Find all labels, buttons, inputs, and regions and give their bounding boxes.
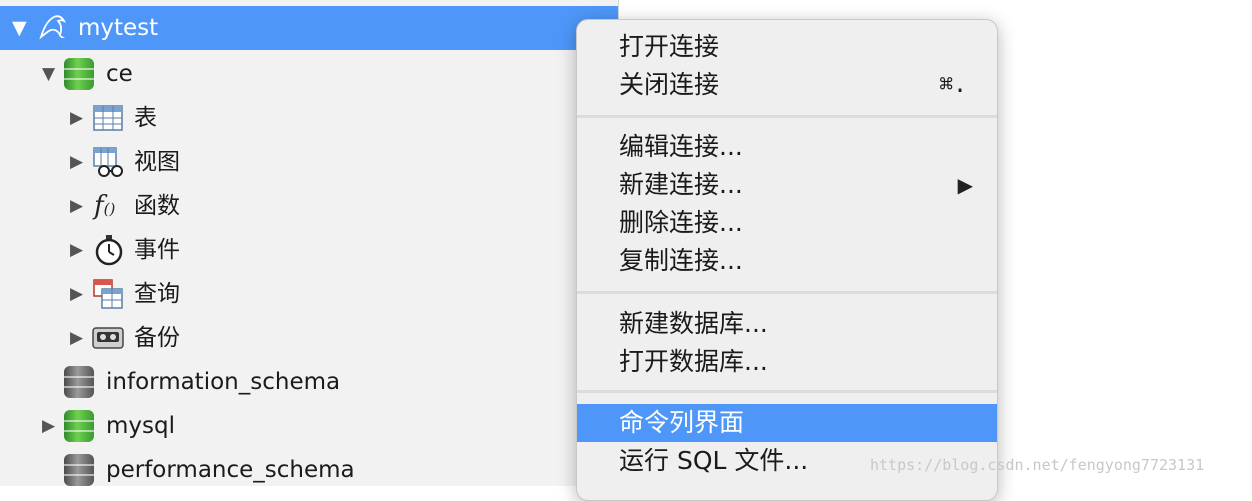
tree-database-information-schema[interactable]: information_schema: [0, 360, 618, 404]
menu-item-label: 命令列界面: [619, 408, 745, 437]
menu-item-shortcut: ⌘.: [939, 72, 967, 98]
tree-item-label: 表: [134, 105, 157, 131]
menu-item-close-connection[interactable]: 关闭连接 ⌘.: [577, 66, 997, 104]
disclosure-expanded-icon[interactable]: ▼: [12, 6, 27, 50]
tree-database-mysql[interactable]: ▶ mysql: [0, 404, 618, 448]
backup-icon: [92, 327, 124, 349]
disclosure-expanded-icon[interactable]: ▼: [42, 52, 55, 96]
menu-item-delete-connection[interactable]: 删除连接...: [577, 204, 997, 242]
tree-database-ce[interactable]: ▼ ce: [0, 52, 618, 96]
menu-item-label: 新建连接...: [619, 170, 743, 199]
query-icon: [93, 279, 123, 309]
menu-item-new-database[interactable]: 新建数据库...: [577, 305, 997, 343]
disclosure-collapsed-icon[interactable]: ▶: [42, 404, 55, 448]
tree-item-functions[interactable]: ▶ f() 函数: [0, 184, 618, 228]
tree-item-queries[interactable]: ▶ 查询: [0, 272, 618, 316]
disclosure-collapsed-icon[interactable]: ▶: [70, 316, 83, 360]
menu-item-open-connection[interactable]: 打开连接: [577, 28, 997, 66]
menu-separator: [577, 390, 997, 393]
tree-connection-mytest[interactable]: ▼ mytest: [0, 6, 618, 50]
menu-item-open-database[interactable]: 打开数据库...: [577, 343, 997, 381]
menu-item-command-line[interactable]: 命令列界面: [577, 404, 997, 442]
database-icon: [64, 454, 94, 486]
menu-item-edit-connection[interactable]: 编辑连接...: [577, 128, 997, 166]
disclosure-collapsed-icon[interactable]: ▶: [70, 96, 83, 140]
disclosure-collapsed-icon[interactable]: ▶: [70, 184, 83, 228]
database-label: performance_schema: [106, 457, 355, 483]
menu-separator: [577, 115, 997, 118]
tree-database-performance-schema[interactable]: performance_schema: [0, 448, 618, 486]
function-icon: f(): [94, 191, 116, 221]
menu-item-label: 关闭连接: [619, 70, 720, 99]
database-label: information_schema: [106, 369, 341, 395]
connection-label: mytest: [78, 15, 159, 41]
database-label: ce: [106, 61, 133, 87]
menu-item-label: 运行 SQL 文件...: [619, 446, 809, 475]
mysql-dolphin-icon: [39, 15, 67, 40]
database-icon: [64, 58, 94, 90]
menu-item-label: 复制连接...: [619, 246, 743, 275]
menu-item-label: 新建数据库...: [619, 309, 768, 338]
menu-item-label: 打开连接: [619, 32, 720, 61]
database-icon: [64, 410, 94, 442]
menu-item-label: 打开数据库...: [619, 347, 768, 376]
tree-item-backups[interactable]: ▶ 备份: [0, 316, 618, 360]
tree-item-label: 函数: [134, 193, 180, 219]
watermark-text: https://blog.csdn.net/fengyong7723131: [870, 456, 1205, 474]
database-icon: [64, 366, 94, 398]
tree-item-label: 备份: [134, 325, 180, 351]
navigator-sidebar: ▼ mytest ▼ ce ▶ 表 ▶ 视图 ▶ f() 函数 ▶ 事件 ▶ 查…: [0, 0, 619, 486]
tree-item-views[interactable]: ▶ 视图: [0, 140, 618, 184]
database-label: mysql: [106, 413, 175, 439]
menu-item-duplicate-connection[interactable]: 复制连接...: [577, 242, 997, 280]
disclosure-collapsed-icon[interactable]: ▶: [70, 272, 83, 316]
disclosure-collapsed-icon[interactable]: ▶: [70, 140, 83, 184]
menu-separator: [577, 291, 997, 294]
tree-item-events[interactable]: ▶ 事件: [0, 228, 618, 272]
disclosure-collapsed-icon[interactable]: ▶: [70, 228, 83, 272]
tree-item-label: 视图: [134, 149, 180, 175]
tree-item-label: 查询: [134, 281, 180, 307]
view-icon: [93, 147, 123, 177]
menu-item-new-connection[interactable]: 新建连接... ▶: [577, 166, 997, 204]
connection-context-menu: 打开连接 关闭连接 ⌘. 编辑连接... 新建连接... ▶ 删除连接... 复…: [576, 19, 998, 501]
table-icon: [93, 105, 123, 131]
tree-item-tables[interactable]: ▶ 表: [0, 96, 618, 140]
submenu-arrow-icon: ▶: [957, 173, 973, 197]
menu-item-label: 删除连接...: [619, 208, 743, 237]
menu-item-label: 编辑连接...: [619, 132, 743, 161]
tree-item-label: 事件: [134, 237, 180, 263]
stopwatch-icon: [95, 235, 123, 266]
